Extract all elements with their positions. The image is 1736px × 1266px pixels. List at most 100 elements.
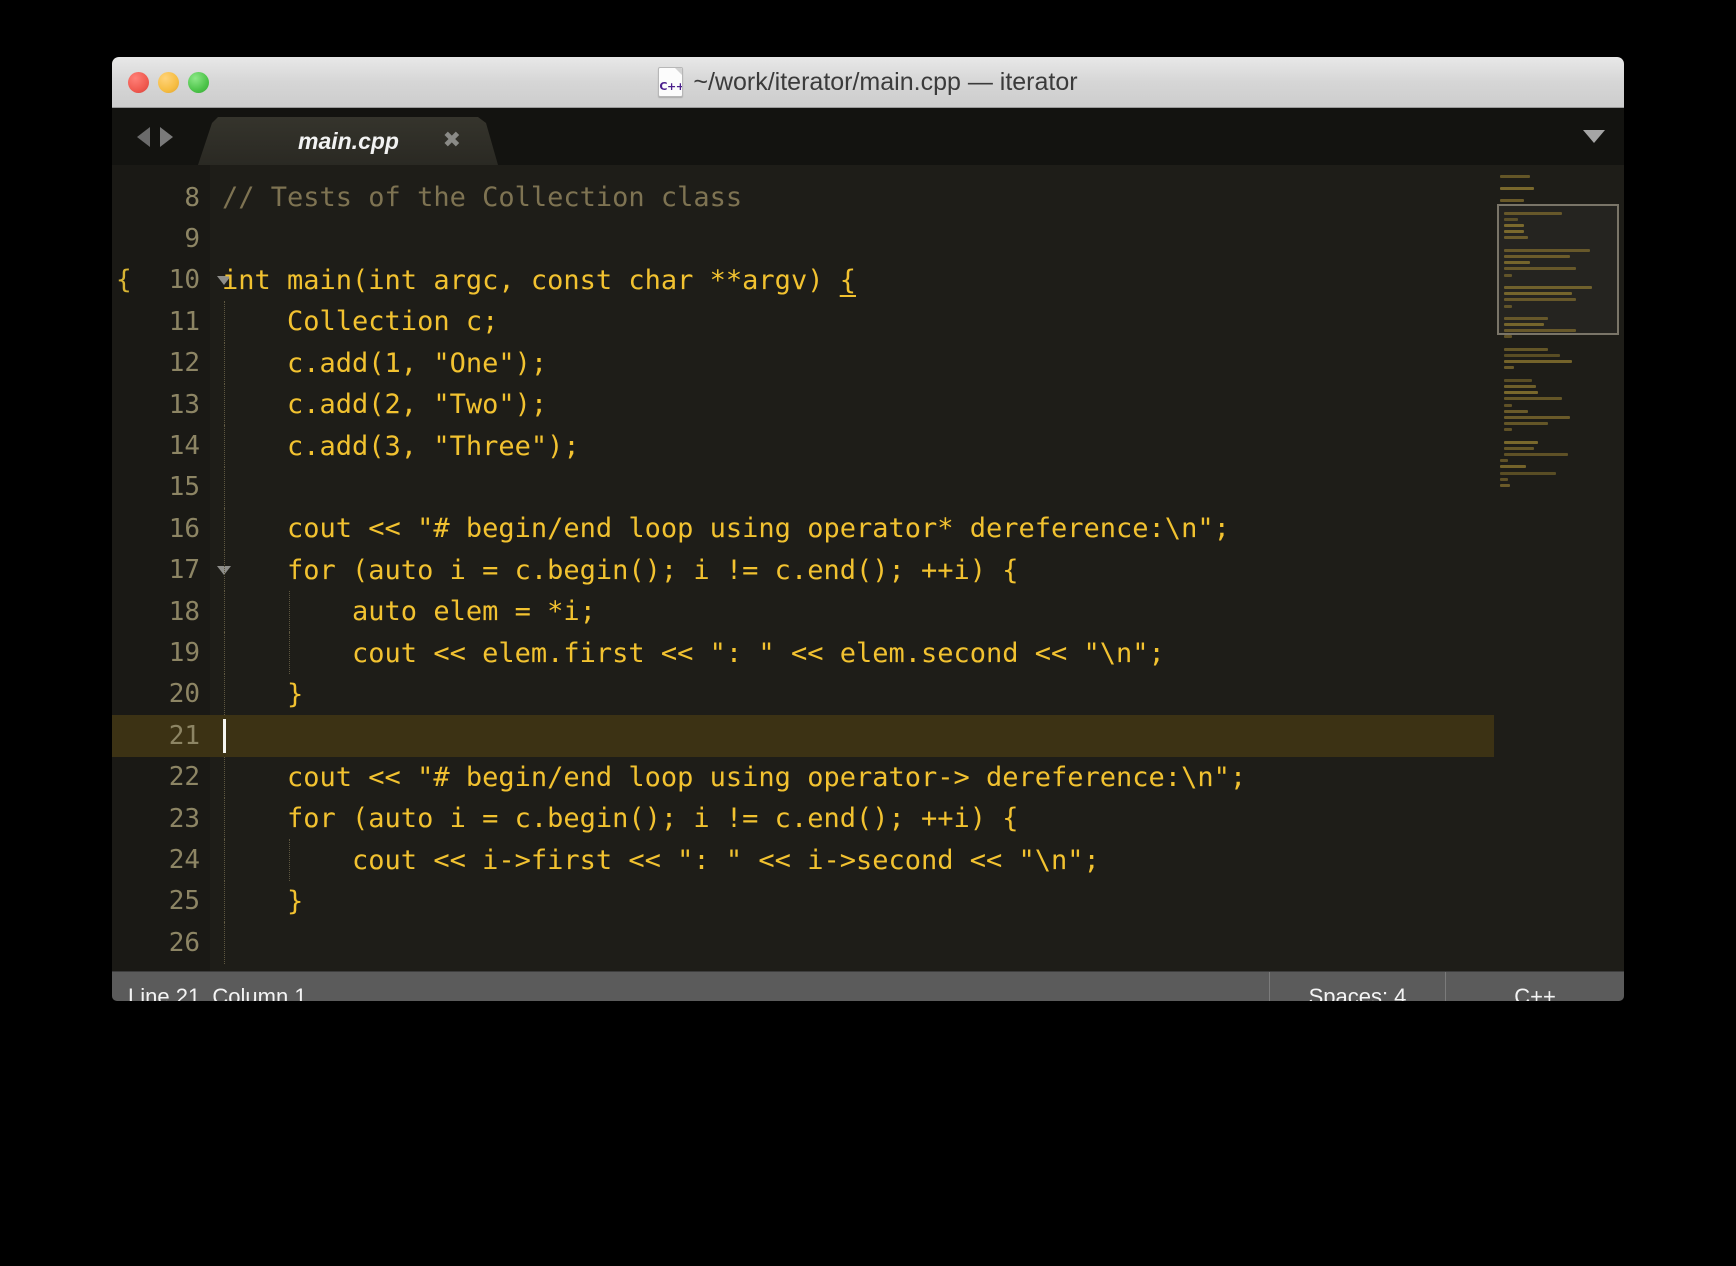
minimap-line-bar (1504, 236, 1528, 240)
code-line[interactable]: int main(int argc, const char **argv) { (210, 260, 1624, 301)
syntax-mode-status[interactable]: C++ (1445, 972, 1624, 1001)
code-line[interactable]: cout << "# begin/end loop using operator… (210, 508, 1624, 549)
nav-forward-icon[interactable] (160, 126, 173, 147)
minimap-line-bar (1500, 483, 1510, 487)
cursor-position-status[interactable]: Line 21, Column 1 (112, 984, 1269, 1002)
minimap-line-bar (1504, 415, 1570, 419)
code-line[interactable]: } (210, 881, 1624, 922)
code-line[interactable]: // Tests of the Collection class (210, 177, 1624, 218)
code-line[interactable]: c.add(3, "Three"); (210, 425, 1624, 466)
code-line[interactable]: cout << "# begin/end loop using operator… (210, 757, 1624, 798)
code-minimap[interactable] (1494, 165, 1624, 971)
minimap-line-bar (1504, 446, 1534, 450)
minimap-line-bar (1504, 403, 1512, 407)
minimap-line-bar (1500, 459, 1508, 463)
indent-guide (224, 880, 226, 923)
nav-back-icon[interactable] (137, 126, 150, 147)
code-line[interactable]: auto elem = *i; (210, 591, 1624, 632)
line-number: 8 (184, 182, 200, 213)
indent-guide (224, 798, 226, 840)
line-number: 25 (168, 886, 200, 917)
code-line[interactable]: } (210, 674, 1624, 715)
code-line[interactable] (210, 715, 1624, 757)
minimap-line-bar (1500, 174, 1530, 178)
line-number: 11 (168, 306, 200, 337)
indent-guide (224, 673, 226, 716)
minimap-line-bar (1500, 465, 1526, 469)
line-number: 20 (168, 679, 200, 710)
indent-guide (224, 839, 226, 881)
text-cursor (223, 719, 226, 754)
minimap-line-bar (1504, 378, 1532, 382)
indent-guide (224, 466, 226, 509)
indent-guide (288, 632, 291, 674)
minimize-window-button[interactable] (158, 71, 179, 93)
indent-guide (224, 756, 226, 798)
close-icon[interactable]: ✖ (443, 130, 461, 152)
minimap-line-bar (1504, 397, 1562, 401)
chevron-down-icon (1583, 130, 1605, 143)
indent-guide (224, 301, 226, 343)
code-line[interactable]: cout << elem.first << ": " << elem.secon… (210, 632, 1624, 673)
minimap-line-bar (1504, 255, 1570, 259)
minimap-line-bar (1504, 304, 1512, 308)
cpp-file-icon-label: C++ (659, 80, 684, 93)
line-number: 14 (168, 431, 200, 462)
minimap-line-bar (1500, 186, 1534, 190)
minimap-line-bar (1504, 366, 1514, 370)
line-number: 19 (168, 638, 200, 669)
tab-label: main.cpp (298, 127, 399, 154)
indent-guide (288, 839, 291, 881)
code-line[interactable]: cout << i->first << ": " << i->second <<… (210, 839, 1624, 880)
cpp-file-icon: C++ (658, 67, 684, 97)
code-line[interactable]: for (auto i = c.begin(); i != c.end(); +… (210, 550, 1624, 591)
minimap-line-bar (1504, 440, 1538, 444)
code-line[interactable] (210, 218, 1624, 259)
code-line[interactable]: c.add(2, "Two"); (210, 384, 1624, 425)
minimap-line-bar (1504, 354, 1560, 358)
line-number: 22 (168, 762, 200, 793)
minimap-line-bar (1504, 211, 1562, 215)
indent-guide (224, 342, 226, 384)
code-content-area[interactable]: // Tests of the Collection class int main… (210, 165, 1624, 971)
line-number-gutter: 8 9 10{11 12 13 14 15 16 17 18 19 20 21 22 23 24 25 26 (112, 165, 231, 971)
code-line[interactable]: c.add(1, "One"); (210, 343, 1624, 384)
minimap-line-bar (1504, 422, 1548, 426)
minimap-line-bar (1504, 391, 1538, 395)
indent-guide (224, 591, 226, 633)
minimap-line-bar (1504, 230, 1524, 234)
indent-guide (224, 549, 226, 591)
line-number: 26 (168, 927, 200, 958)
line-number: 16 (168, 513, 200, 544)
zoom-window-button[interactable] (188, 71, 209, 93)
tab-bar: main.cpp ✖ (112, 108, 1624, 165)
line-number: 17 (112, 550, 231, 591)
code-line[interactable]: for (auto i = c.begin(); i != c.end(); +… (210, 798, 1624, 839)
window-title: ~/work/iterator/main.cpp — iterator (693, 67, 1078, 96)
tab-main-cpp[interactable]: main.cpp ✖ (198, 117, 498, 165)
indent-guide (224, 384, 226, 426)
minimap-line-bar (1504, 217, 1518, 221)
line-number: 24 (168, 845, 200, 876)
gutter-brace-marker: { (116, 265, 132, 296)
minimap-line-bar (1504, 329, 1576, 333)
indentation-status[interactable]: Spaces: 4 (1269, 972, 1445, 1001)
code-line[interactable] (210, 467, 1624, 508)
minimap-line-bar (1504, 273, 1512, 277)
minimap-line-bar (1504, 453, 1568, 457)
minimap-line-bar (1504, 384, 1536, 388)
line-number: 13 (168, 389, 200, 420)
tab-overflow-dropdown[interactable] (1564, 108, 1624, 165)
code-line[interactable]: Collection c; (210, 301, 1624, 342)
minimap-line-bar (1504, 298, 1576, 302)
minimap-line (1494, 482, 1624, 488)
minimap-line-bar (1504, 323, 1544, 327)
indent-guide (224, 632, 226, 674)
close-window-button[interactable] (128, 71, 149, 93)
window-title-group: C++ ~/work/iterator/main.cpp — iterator (112, 57, 1624, 107)
line-number: 21 (112, 715, 210, 757)
code-line[interactable] (210, 922, 1624, 963)
status-bar: Line 21, Column 1 Spaces: 4 C++ (112, 971, 1624, 1001)
code-editor[interactable]: 8 9 10{11 12 13 14 15 16 17 18 19 20 21 22 23 24 25 26 //… (112, 165, 1624, 971)
line-number: 9 (184, 224, 200, 255)
